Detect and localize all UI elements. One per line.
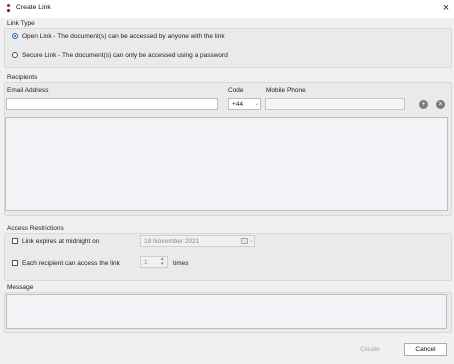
recipients-label: Recipients xyxy=(7,74,38,81)
add-circle-icon[interactable]: + xyxy=(419,100,428,109)
mobile-phone-label: Mobile Phone xyxy=(266,87,306,94)
message-input[interactable] xyxy=(6,294,447,329)
close-icon[interactable]: × xyxy=(439,1,453,15)
link-type-label: Link Type xyxy=(7,20,35,27)
access-count-stepper[interactable]: 1 ▴ ▾ xyxy=(140,256,168,268)
link-expires-label[interactable]: Link expires at midnight on xyxy=(22,238,99,245)
message-label: Message xyxy=(7,284,34,291)
stepper-down-icon[interactable]: ▾ xyxy=(161,261,164,267)
access-count-checkbox[interactable] xyxy=(12,260,18,266)
create-button[interactable]: Create xyxy=(349,343,391,356)
email-address-label: Email Address xyxy=(7,87,49,94)
link-expires-checkbox[interactable] xyxy=(12,238,18,244)
code-label: Code xyxy=(228,87,244,94)
cancel-button[interactable]: Cancel xyxy=(404,343,447,356)
window-title: Create Link xyxy=(16,4,51,11)
access-count-value: 1 xyxy=(144,259,148,266)
mobile-phone-input[interactable] xyxy=(265,98,405,110)
access-count-label[interactable]: Each recipient can access the link xyxy=(22,260,120,267)
access-count-suffix: times xyxy=(173,260,189,267)
code-select[interactable]: +44 ⌄ xyxy=(228,98,261,110)
access-restrictions-label: Access Restrictions xyxy=(7,225,64,232)
open-link-radio[interactable] xyxy=(12,33,18,39)
app-logo-icon xyxy=(7,4,10,13)
open-link-label[interactable]: Open Link - The document(s) can be acces… xyxy=(22,33,225,40)
title-bar: Create Link × xyxy=(0,0,454,18)
recipients-list[interactable] xyxy=(5,117,448,211)
email-input[interactable] xyxy=(6,98,218,110)
chevron-down-icon: ⌄ xyxy=(249,238,255,244)
secure-link-radio[interactable] xyxy=(12,52,18,58)
secure-link-label[interactable]: Secure Link - The document(s) can only b… xyxy=(22,52,228,59)
expiry-date-value: 18 November 2021 xyxy=(144,238,200,245)
chevron-down-icon: ⌄ xyxy=(254,101,260,107)
remove-circle-icon[interactable]: × xyxy=(436,100,445,109)
expiry-date-input[interactable]: 18 November 2021 ⌄ xyxy=(140,235,255,247)
code-value: +44 xyxy=(232,101,244,108)
calendar-icon[interactable] xyxy=(241,238,248,244)
